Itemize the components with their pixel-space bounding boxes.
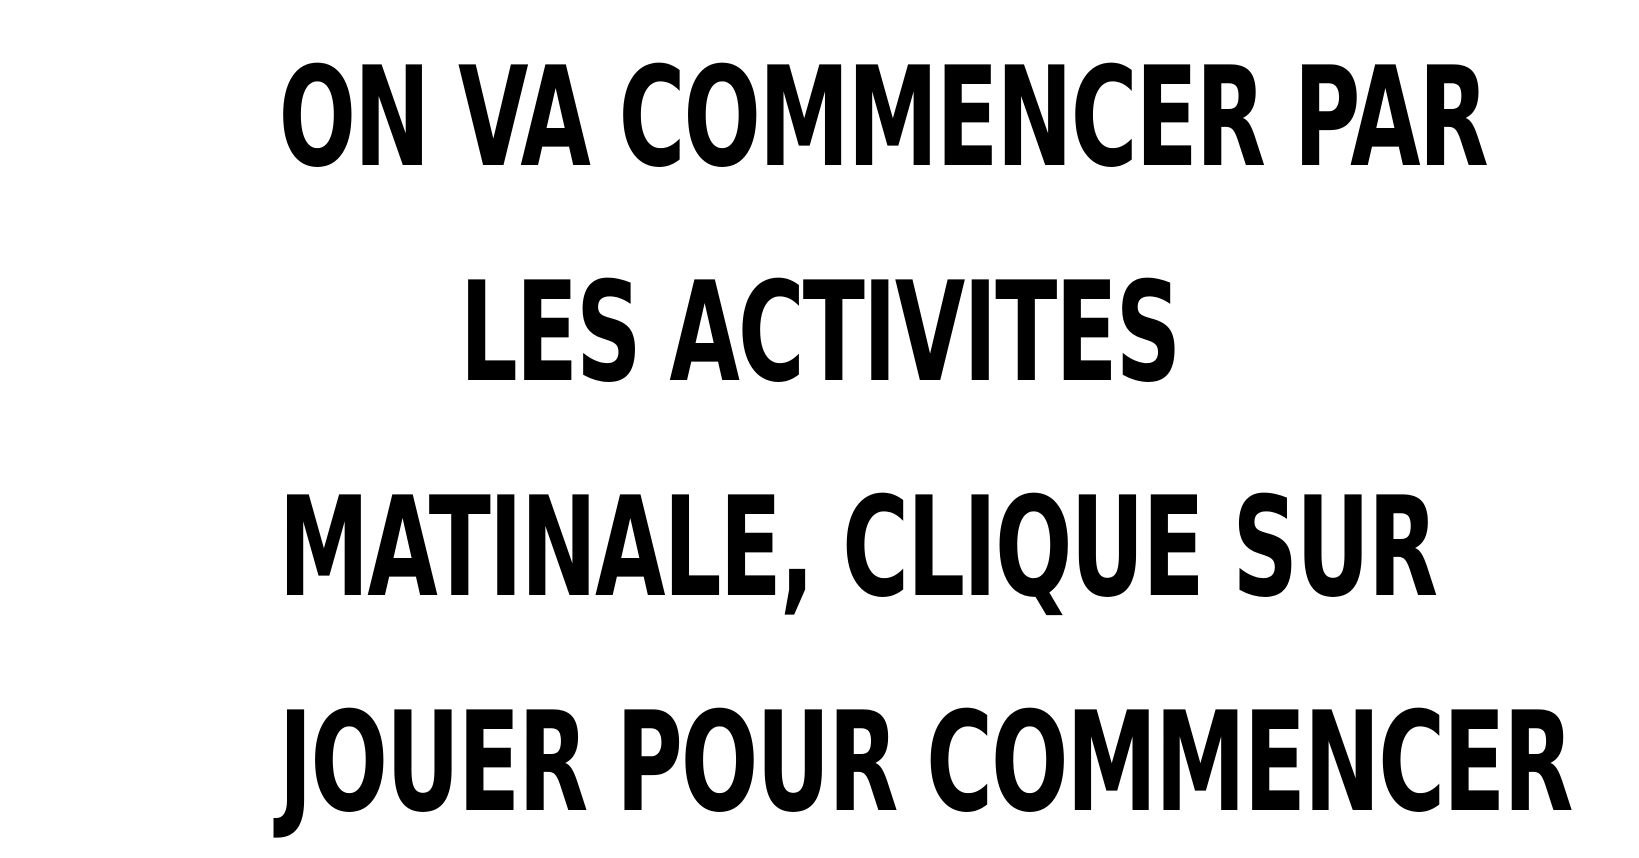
instruction-line-2: LES ACTIVITES (459, 252, 1181, 413)
instruction-line-4: JOUER POUR COMMENCER (278, 682, 1574, 843)
instruction-line-3: MATINALE, CLIQUE SUR (278, 467, 1438, 628)
instruction-screen: ON VA COMMENCER PAR LES ACTIVITES MATINA… (0, 0, 1639, 858)
instruction-line-1: ON VA COMMENCER PAR (278, 37, 1489, 198)
instruction-text: ON VA COMMENCER PAR LES ACTIVITES MATINA… (0, 10, 1639, 858)
